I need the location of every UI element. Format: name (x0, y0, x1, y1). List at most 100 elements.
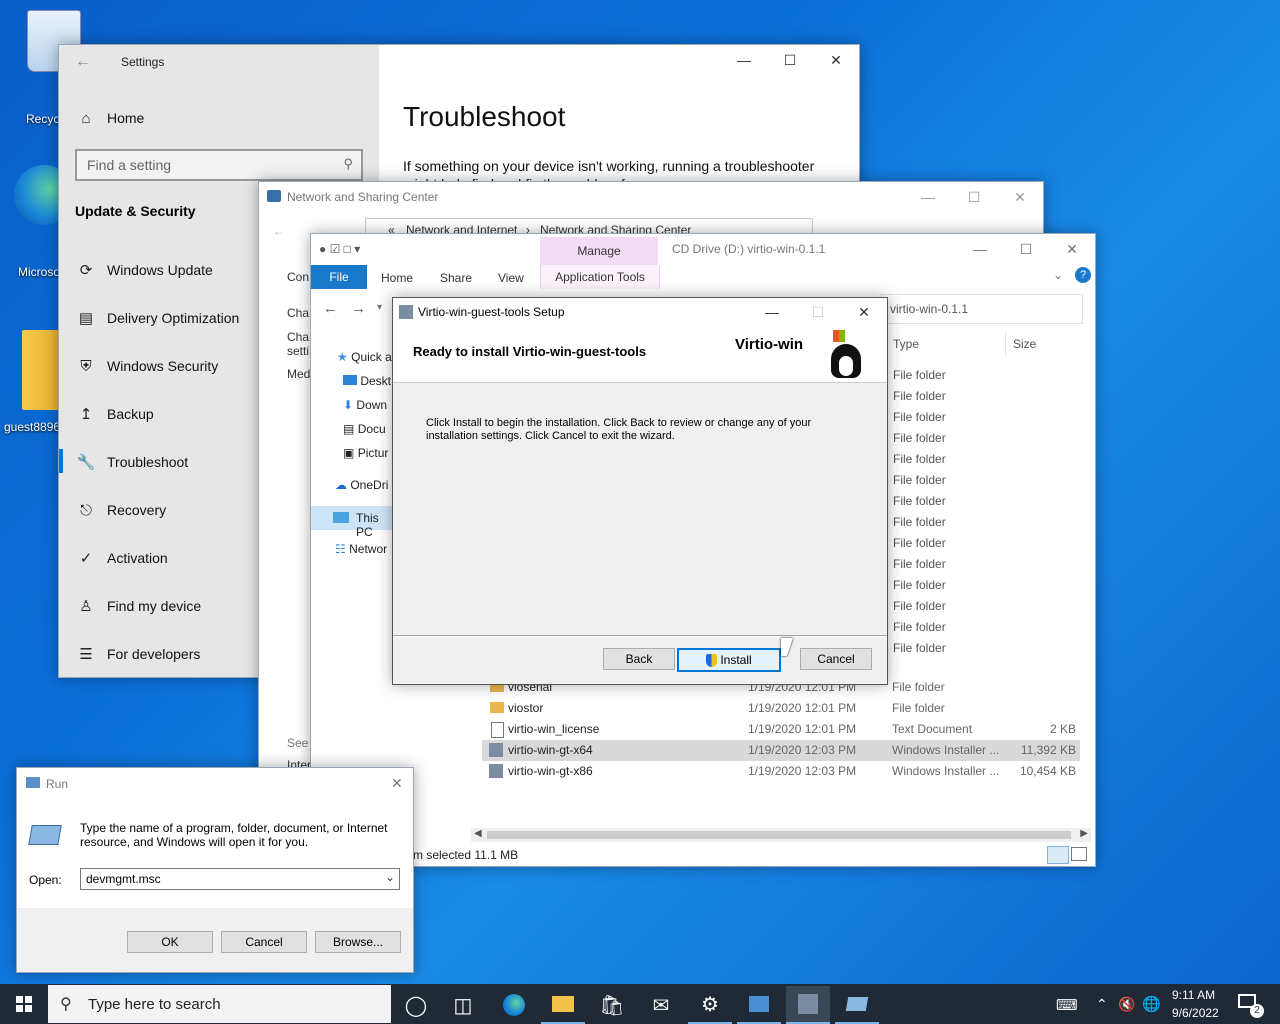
run-taskbar-icon[interactable] (835, 986, 879, 1024)
nav-desktop[interactable]: Deskt (343, 374, 391, 388)
col-type-header[interactable]: Type (893, 337, 919, 351)
nav-troubleshoot[interactable]: 🔧 Troubleshoot (75, 447, 189, 477)
settings-taskbar-icon[interactable]: ⚙ (688, 986, 732, 1024)
back-arrow-icon[interactable]: ← (75, 53, 91, 71)
network-taskbar-icon[interactable] (737, 986, 781, 1024)
minimize-button[interactable]: — (905, 182, 951, 212)
cancel-button[interactable]: Cancel (800, 648, 872, 670)
cortana-icon[interactable]: ◯ (394, 986, 438, 1024)
table-row-selected[interactable]: virtio-win-gt-x64 1/19/2020 12:03 PM Win… (482, 740, 1080, 761)
globe-network-icon[interactable]: 🌐 (1142, 995, 1161, 1013)
nav-quick-access[interactable]: ★ Quick a (337, 350, 392, 364)
tab-home[interactable]: Home (381, 271, 413, 285)
network-back-arrow-icon[interactable]: ← (273, 224, 285, 238)
nav-recovery[interactable]: ⎋ Recovery (75, 495, 166, 525)
maximize-button[interactable]: ☐ (767, 45, 813, 75)
col-size-header[interactable]: Size (1013, 337, 1036, 351)
network-side-5[interactable]: Med (287, 367, 310, 381)
tab-file[interactable]: File (311, 265, 367, 289)
settings-home[interactable]: ⌂ Home (75, 103, 144, 133)
nav-windows-security[interactable]: ⛨ Windows Security (75, 351, 218, 381)
close-button[interactable]: ✕ (813, 45, 859, 75)
touch-keyboard-icon[interactable]: ⌨ (1056, 996, 1078, 1014)
minimize-button[interactable]: — (749, 298, 795, 326)
scroll-right-icon[interactable]: ▶ (1080, 828, 1088, 839)
row-date: 1/19/2020 12:03 PM (748, 743, 857, 757)
run-browse-button[interactable]: Browse... (315, 931, 401, 953)
horizontal-scrollbar[interactable]: ◀ ▶ (471, 828, 1091, 842)
nav-pictures[interactable]: ▣ Pictur (343, 446, 388, 460)
nav-network[interactable]: ☷ Networ (335, 542, 387, 556)
nav-label: This PC (356, 511, 379, 539)
table-row[interactable]: virtio-win-gt-x86 1/19/2020 12:03 PM Win… (482, 761, 1080, 782)
chevron-down-icon[interactable]: ⌄ (385, 870, 395, 884)
explorer-recent-icon[interactable]: ▾ (377, 302, 382, 313)
install-button[interactable]: Install (677, 648, 781, 672)
maximize-button[interactable]: ☐ (951, 182, 997, 212)
row-name: virtio-win_license (508, 722, 600, 736)
store-icon[interactable]: 🛍 (590, 986, 634, 1024)
ribbon-expand-icon[interactable]: ⌄ (1053, 268, 1063, 282)
manage-tab[interactable]: Manage (540, 237, 658, 265)
network-side-4[interactable]: setti (287, 344, 309, 358)
details-view-icon[interactable] (1047, 846, 1069, 864)
start-button[interactable] (0, 984, 48, 1024)
file-explorer-taskbar-icon[interactable] (541, 986, 585, 1024)
open-combobox[interactable]: devmgmt.msc ⌄ (80, 868, 400, 890)
large-icons-view-icon[interactable] (1071, 847, 1087, 861)
table-row[interactable]: virtio-win_license 1/19/2020 12:01 PM Te… (482, 719, 1080, 740)
clock-date[interactable]: 9/6/2022 (1172, 1006, 1219, 1020)
close-button[interactable]: ✕ (1049, 234, 1095, 264)
nav-delivery-optimization[interactable]: ▤ Delivery Optimization (75, 303, 239, 333)
table-row[interactable]: viostor 1/19/2020 12:01 PM File folder (482, 698, 1080, 719)
nav-this-pc[interactable]: This PC (311, 506, 397, 539)
nav-backup[interactable]: ↥ Backup (75, 399, 154, 429)
close-button[interactable]: ✕ (391, 775, 403, 792)
nav-windows-update[interactable]: ⟳ Windows Update (75, 255, 213, 285)
back-button[interactable]: Back (603, 648, 675, 670)
nav-label: Backup (107, 406, 154, 422)
nav-activation[interactable]: ✓ Activation (75, 543, 168, 573)
tab-application-tools[interactable]: Application Tools (540, 265, 660, 289)
help-icon[interactable]: ? (1075, 267, 1091, 283)
find-setting-input[interactable]: Find a setting ⚲ (75, 149, 363, 181)
edge-taskbar-icon[interactable] (492, 986, 536, 1024)
tab-view[interactable]: View (498, 271, 524, 285)
nav-onedrive[interactable]: ☁ OneDri (335, 478, 388, 492)
show-hidden-icons[interactable]: ⌃ (1096, 996, 1108, 1013)
network-side-2[interactable]: Cha (287, 306, 309, 320)
clock-time[interactable]: 9:11 AM (1172, 988, 1215, 1002)
run-cancel-button[interactable]: Cancel (221, 931, 307, 953)
close-button[interactable]: ✕ (841, 298, 887, 326)
network-icon (267, 190, 281, 202)
nav-downloads[interactable]: ⬇ Down (343, 398, 387, 412)
task-view-icon[interactable]: ◫ (441, 986, 485, 1024)
taskbar-search-box[interactable]: ⚲ Type here to search (48, 985, 391, 1023)
scroll-left-icon[interactable]: ◀ (474, 828, 482, 839)
network-side-1[interactable]: Con (287, 270, 309, 284)
scroll-thumb[interactable] (487, 831, 1071, 839)
network-title: Network and Sharing Center (287, 190, 439, 204)
explorer-back-icon[interactable]: ← (323, 300, 338, 317)
mail-icon[interactable]: ✉ (639, 986, 683, 1024)
minimize-button[interactable]: — (957, 234, 1003, 264)
open-input-value[interactable]: devmgmt.msc (86, 872, 161, 886)
maximize-button[interactable]: ☐ (1003, 234, 1049, 264)
tab-share[interactable]: Share (440, 271, 472, 285)
network-side-3[interactable]: Cha (287, 330, 309, 344)
run-ok-button[interactable]: OK (127, 931, 213, 953)
explorer-address[interactable]: virtio-win-0.1.1 (881, 294, 1083, 324)
explorer-forward-icon[interactable]: → (351, 300, 366, 317)
close-button[interactable]: ✕ (997, 182, 1043, 212)
windows-logo-icon (833, 330, 845, 342)
nav-documents[interactable]: ▤ Docu (343, 422, 386, 436)
volume-muted-icon[interactable]: 🔇 (1118, 996, 1135, 1013)
setup-divider (393, 635, 887, 637)
setup-taskbar-icon[interactable] (786, 986, 830, 1024)
nav-find-my-device[interactable]: ♙ Find my device (75, 591, 201, 621)
nav-label: Recovery (107, 502, 167, 518)
type-cell: File folder (893, 368, 946, 382)
minimize-button[interactable]: — (721, 45, 767, 75)
nav-for-developers[interactable]: ☰ For developers (75, 639, 200, 669)
type-cell: File folder (893, 557, 946, 571)
